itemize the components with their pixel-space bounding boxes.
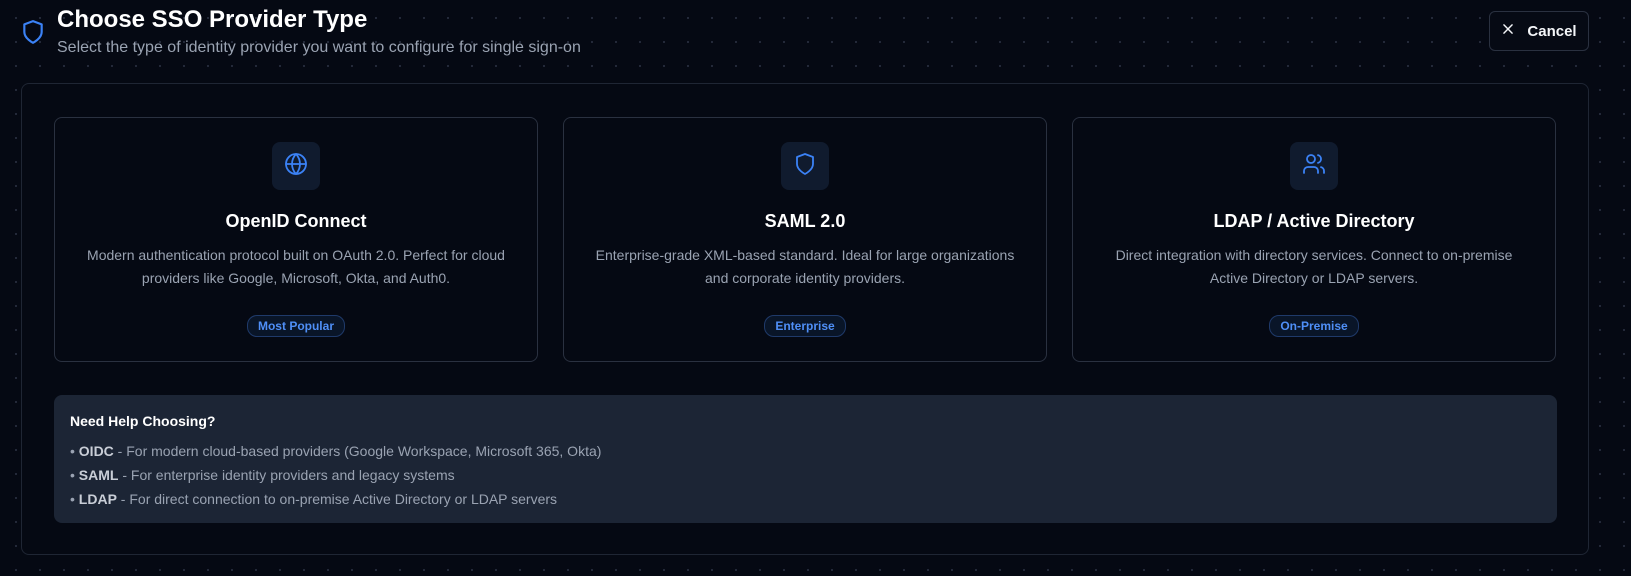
users-icon xyxy=(1302,152,1326,181)
help-item-saml: • SAML - For enterprise identity provide… xyxy=(70,463,1541,487)
card-badge: On-Premise xyxy=(1269,315,1359,337)
provider-card-saml[interactable]: SAML 2.0 Enterprise-grade XML-based stan… xyxy=(563,117,1047,362)
help-item-oidc: • OIDC - For modern cloud-based provider… xyxy=(70,439,1541,463)
help-text: - For direct connection to on-premise Ac… xyxy=(116,491,558,507)
help-item-ldap: • LDAP - For direct connection to on-pre… xyxy=(70,487,1541,511)
shield-icon xyxy=(20,19,46,45)
bullet: • xyxy=(70,491,75,507)
card-icon-container xyxy=(272,142,320,190)
globe-icon xyxy=(284,152,308,181)
card-icon-container xyxy=(781,142,829,190)
card-description: Modern authentication protocol built on … xyxy=(87,247,505,286)
help-box: Need Help Choosing? • OIDC - For modern … xyxy=(54,395,1557,523)
dialog-header: Choose SSO Provider Type Select the type… xyxy=(0,0,1631,70)
help-title: Need Help Choosing? xyxy=(70,413,216,429)
help-term: LDAP xyxy=(78,491,117,507)
shield-icon xyxy=(793,152,817,181)
help-term: SAML xyxy=(78,467,119,483)
card-icon-container xyxy=(1290,142,1338,190)
provider-panel: OpenID Connect Modern authentication pro… xyxy=(21,83,1589,555)
card-badge: Enterprise xyxy=(764,315,846,337)
provider-card-ldap[interactable]: LDAP / Active Directory Direct integrati… xyxy=(1072,117,1556,362)
page-subtitle: Select the type of identity provider you… xyxy=(57,39,581,56)
card-title: SAML 2.0 xyxy=(764,211,846,231)
help-term: OIDC xyxy=(78,443,114,459)
bullet: • xyxy=(70,443,75,459)
cancel-label: Cancel xyxy=(1527,22,1577,40)
card-description: Enterprise-grade XML-based standard. Ide… xyxy=(595,247,1015,286)
help-text: - For enterprise identity providers and … xyxy=(118,467,455,483)
card-title: LDAP / Active Directory xyxy=(1213,211,1415,231)
provider-card-oidc[interactable]: OpenID Connect Modern authentication pro… xyxy=(54,117,538,362)
cancel-button[interactable]: Cancel xyxy=(1489,11,1589,51)
card-description: Direct integration with directory servic… xyxy=(1115,247,1513,286)
bullet: • xyxy=(70,467,75,483)
page-title: Choose SSO Provider Type xyxy=(57,6,368,33)
card-title: OpenID Connect xyxy=(225,211,367,231)
help-text: - For modern cloud-based providers (Goog… xyxy=(113,443,602,459)
card-badge: Most Popular xyxy=(246,315,345,337)
close-icon xyxy=(1501,22,1515,40)
